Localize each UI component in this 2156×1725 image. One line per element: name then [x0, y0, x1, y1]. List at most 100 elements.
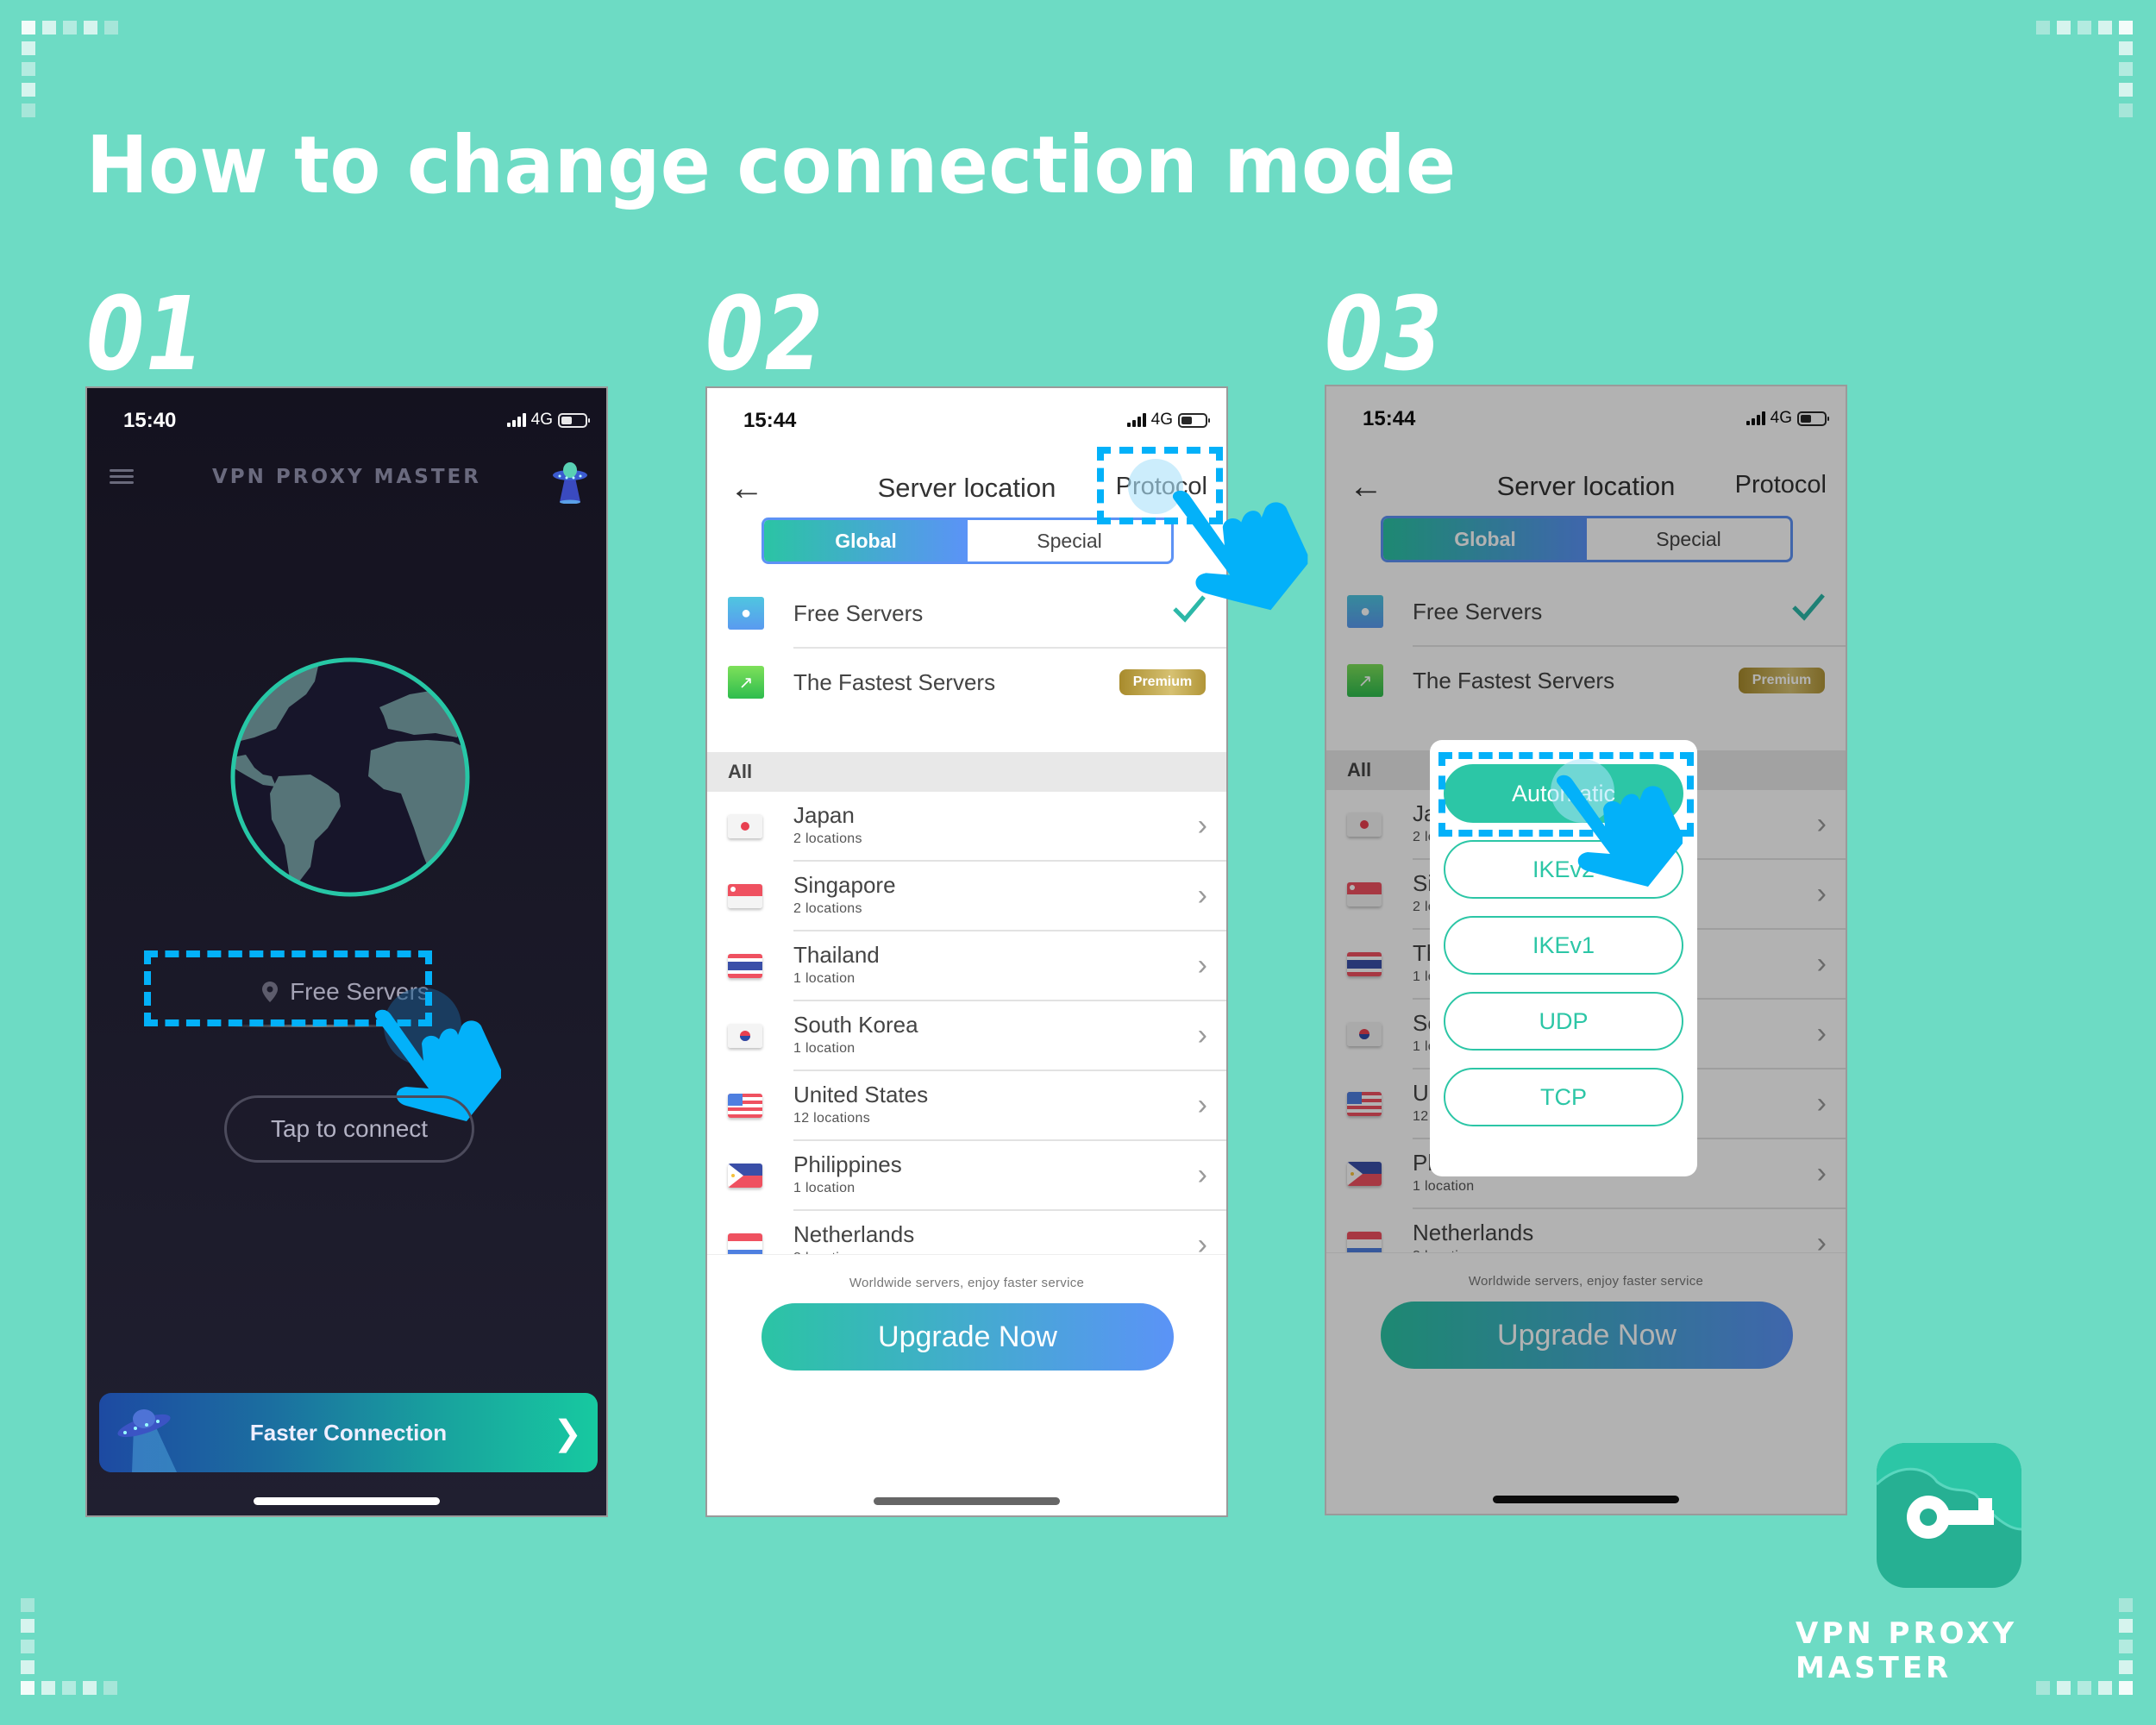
footer-tagline: Worldwide servers, enjoy faster service	[849, 1276, 1085, 1290]
corner-square	[2119, 62, 2133, 76]
app-brand: VPN PROXY MASTER	[212, 466, 481, 488]
corner-square	[63, 21, 77, 34]
fastest-servers-row[interactable]: ↗ The Fastest Servers Premium	[707, 649, 1226, 718]
corner-square	[41, 1681, 55, 1695]
pointing-hand-icon	[1556, 775, 1683, 887]
faster-connection-button[interactable]: Faster Connection ❯	[99, 1393, 598, 1472]
corner-square	[83, 1681, 97, 1695]
ufo-icon[interactable]	[551, 459, 589, 504]
step-number-3: 03	[1325, 274, 1444, 393]
page-title: How to change connection mode	[86, 119, 1457, 211]
battery-icon	[1178, 412, 1210, 428]
corner-square	[22, 62, 35, 76]
protocol-option-ikev1[interactable]: IKEv1	[1444, 916, 1683, 975]
chevron-right-icon: ›	[1197, 949, 1207, 982]
corner-square	[104, 21, 118, 34]
country-locations: 12 locations	[793, 1111, 870, 1126]
corner-square	[22, 104, 35, 117]
corner-square	[2119, 83, 2133, 97]
corner-square	[84, 21, 97, 34]
corner-square	[62, 1681, 76, 1695]
country-locations: 2 locations	[793, 901, 862, 916]
corner-square	[2098, 21, 2112, 34]
corner-square	[2119, 1598, 2133, 1612]
signal-icon	[506, 413, 526, 427]
row-label: Free Servers	[793, 600, 924, 626]
protocol-option-tcp[interactable]: TCP	[1444, 1068, 1683, 1126]
chevron-right-icon: ›	[1197, 809, 1207, 842]
section-header-all: All	[707, 752, 1226, 792]
row-label: The Fastest Servers	[793, 669, 996, 695]
corner-square	[22, 83, 35, 97]
corner-square	[2119, 104, 2133, 117]
chevron-right-icon: ›	[1197, 879, 1207, 912]
country-locations: 1 location	[793, 1181, 856, 1195]
country-row-th[interactable]: Thailand 1 location ›	[707, 932, 1226, 1001]
status-time: 15:44	[743, 409, 797, 432]
battery-icon	[558, 412, 590, 428]
step-number-2: 02	[705, 274, 824, 393]
country-name: Thailand	[793, 942, 880, 968]
tap-to-connect-button[interactable]: Tap to connect	[224, 1095, 474, 1163]
status-bar: 15:44 4G	[707, 388, 1226, 448]
flag-kr-icon	[728, 1024, 762, 1048]
country-name: South Korea	[793, 1012, 918, 1038]
corner-square	[2057, 21, 2071, 34]
flag-th-icon	[728, 954, 762, 978]
corner-square	[21, 1619, 34, 1633]
app-logo-icon	[1877, 1443, 2021, 1588]
footer: Worldwide servers, enjoy faster service …	[707, 1254, 1226, 1515]
corner-square	[21, 1681, 34, 1695]
signal-icon	[1126, 413, 1146, 427]
chevron-right-icon: ›	[1197, 1228, 1207, 1254]
country-locations: 1 location	[793, 971, 856, 986]
map-pin-icon: ●	[728, 597, 764, 630]
brand-wordmark: VPN PROXY MASTER	[1796, 1616, 2018, 1685]
flag-jp-icon	[728, 814, 762, 838]
protocol-option-udp[interactable]: UDP	[1444, 992, 1683, 1051]
country-list: Japan2 locations›Singapore2 locations›Th…	[707, 792, 1226, 1254]
network-type: 4G	[1150, 411, 1173, 429]
chevron-right-icon: ›	[1197, 1019, 1207, 1051]
status-time: 15:40	[123, 409, 177, 432]
home-indicator	[254, 1497, 440, 1505]
chevron-right-icon: ❯	[553, 1414, 582, 1452]
country-locations: 2 locations	[793, 831, 862, 846]
step-number-1: 01	[86, 274, 205, 393]
status-bar: 15:40 4G	[87, 388, 606, 448]
country-row-ph[interactable]: Philippines 1 location ›	[707, 1141, 1226, 1211]
corner-square	[21, 1640, 34, 1653]
corner-square	[103, 1681, 117, 1695]
country-name: Philippines	[793, 1151, 902, 1177]
key-icon	[1877, 1443, 2021, 1539]
corner-square	[22, 21, 35, 34]
free-servers-row[interactable]: ● Free Servers	[707, 580, 1226, 649]
corner-square	[2078, 21, 2091, 34]
phone-screen-protocol-popup: 15:44 4G ← Server location Protocol Glob…	[1325, 385, 1847, 1515]
tab-global[interactable]: Global	[764, 520, 968, 561]
flag-ph-icon	[728, 1164, 762, 1188]
flag-sg-icon	[728, 884, 762, 908]
corner-square	[2119, 21, 2133, 34]
corner-square	[2119, 41, 2133, 55]
country-row-nl[interactable]: Netherlands3 locations›	[707, 1211, 1226, 1254]
country-row-jp[interactable]: Japan 2 locations ›	[707, 792, 1226, 862]
chevron-right-icon: ›	[1197, 1158, 1207, 1191]
faster-connection-label: Faster Connection	[249, 1419, 448, 1446]
country-name: Japan	[793, 802, 855, 828]
corner-square	[21, 1598, 34, 1612]
country-row-kr[interactable]: South Korea 1 location ›	[707, 1001, 1226, 1071]
corner-square	[21, 1660, 34, 1674]
country-row-us[interactable]: United States 12 locations ›	[707, 1071, 1226, 1141]
home-indicator	[874, 1497, 1060, 1505]
country-name: United States	[793, 1082, 929, 1107]
upgrade-now-button[interactable]: Upgrade Now	[761, 1303, 1174, 1371]
country-name: Singapore	[793, 872, 896, 898]
chevron-right-icon: ›	[1197, 1088, 1207, 1121]
premium-badge: Premium	[1119, 669, 1206, 695]
tab-special[interactable]: Special	[968, 520, 1171, 561]
corner-square	[22, 41, 35, 55]
country-row-sg[interactable]: Singapore 2 locations ›	[707, 862, 1226, 932]
phone-screen-home: 15:40 4G VPN PROXY MASTER Free Servers T…	[85, 386, 608, 1517]
ufo-illustration	[117, 1409, 177, 1472]
